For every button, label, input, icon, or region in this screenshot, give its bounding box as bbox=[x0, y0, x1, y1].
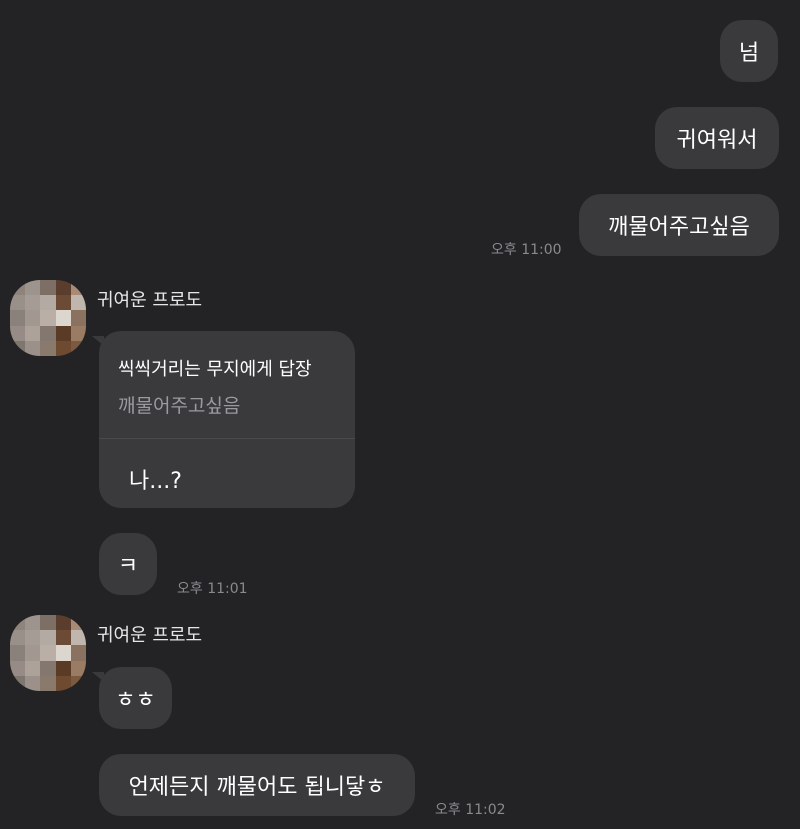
sent-message-bubble[interactable]: 넘 bbox=[720, 20, 778, 82]
message-timestamp: 오후 11:00 bbox=[491, 242, 562, 258]
sent-message-bubble[interactable]: 귀여워서 bbox=[655, 107, 779, 169]
reply-label: 씩씩거리는 무지에게 답장 bbox=[118, 359, 312, 380]
message-text: 언제든지 깨물어도 됩니닿ㅎ bbox=[128, 775, 386, 800]
message-text: 깨물어주고싶음 bbox=[608, 215, 750, 240]
message-timestamp: 오후 11:01 bbox=[177, 581, 248, 597]
avatar[interactable] bbox=[10, 615, 86, 691]
avatar[interactable] bbox=[10, 280, 86, 356]
reply-divider bbox=[99, 438, 355, 439]
received-message-bubble[interactable]: ㅋ bbox=[99, 533, 157, 595]
message-text: ㅎㅎ bbox=[115, 688, 156, 713]
received-message-bubble[interactable]: ㅎㅎ bbox=[99, 667, 172, 729]
received-message-bubble[interactable]: 언제든지 깨물어도 됩니닿ㅎ bbox=[99, 754, 415, 816]
sender-name: 귀여운 프로도 bbox=[97, 625, 203, 646]
reply-message-bubble[interactable]: 씩씩거리는 무지에게 답장 깨물어주고싶음 나...? bbox=[99, 331, 355, 508]
message-text: 넘 bbox=[738, 41, 760, 66]
message-text: 나...? bbox=[129, 469, 182, 494]
sender-name: 귀여운 프로도 bbox=[97, 290, 203, 311]
sent-message-bubble[interactable]: 깨물어주고싶음 bbox=[579, 194, 779, 256]
message-text: 귀여워서 bbox=[676, 128, 758, 153]
message-timestamp: 오후 11:02 bbox=[435, 802, 506, 818]
reply-quoted-text[interactable]: 깨물어주고싶음 bbox=[118, 391, 240, 418]
message-text: ㅋ bbox=[117, 554, 139, 579]
